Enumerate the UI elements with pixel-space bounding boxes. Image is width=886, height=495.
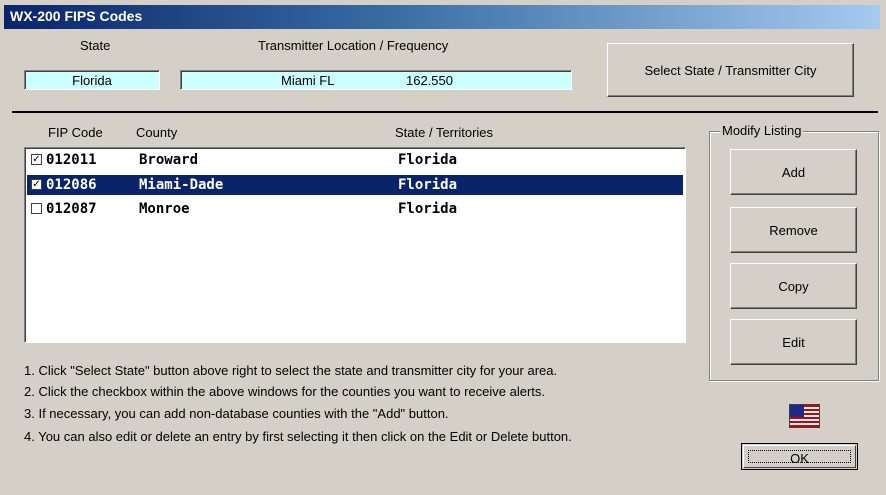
list-item[interactable]: ✓ 012011 Broward Florida xyxy=(27,150,683,170)
state-name: Florida xyxy=(398,152,458,168)
instruction-3: 3. If necessary, you can add non-databas… xyxy=(24,406,449,421)
fip-code: 012086 xyxy=(46,177,97,193)
select-state-button[interactable]: Select State / Transmitter City xyxy=(607,43,854,97)
state-name: Florida xyxy=(398,177,458,193)
transmitter-label: Transmitter Location / Frequency xyxy=(258,38,449,53)
instruction-1: 1. Click "Select State" button above rig… xyxy=(24,363,558,378)
county-name: Broward xyxy=(139,152,199,168)
remove-button[interactable]: Remove xyxy=(730,207,857,253)
modify-listing-label: Modify Listing xyxy=(720,123,804,138)
fip-code: 012087 xyxy=(46,201,97,217)
list-item[interactable]: 012087 Monroe Florida xyxy=(27,199,683,219)
transmitter-location: Miami FL xyxy=(281,73,335,88)
state-label: State xyxy=(80,38,111,53)
col-header-state: State / Territories xyxy=(395,125,494,140)
instruction-4: 4. You can also edit or delete an entry … xyxy=(24,429,572,444)
state-name: Florida xyxy=(398,201,458,217)
col-header-fip: FIP Code xyxy=(48,125,103,140)
separator xyxy=(12,111,878,113)
checkbox[interactable] xyxy=(31,203,42,214)
us-flag-icon xyxy=(789,404,820,428)
instruction-2: 2. Click the checkbox within the above w… xyxy=(24,384,545,399)
fip-code: 012011 xyxy=(46,152,97,168)
edit-button[interactable]: Edit xyxy=(730,319,857,365)
ok-button[interactable]: OK xyxy=(741,443,858,470)
list-item-selected[interactable]: ✓ 012086 Miami-Dade Florida xyxy=(27,175,683,195)
county-name: Miami-Dade xyxy=(139,177,224,193)
checkbox[interactable]: ✓ xyxy=(31,154,42,165)
ok-label: OK xyxy=(748,450,851,466)
add-button[interactable]: Add xyxy=(730,149,857,195)
state-value: Florida xyxy=(72,73,112,88)
title-bar: WX-200 FIPS Codes xyxy=(4,5,880,29)
col-header-county: County xyxy=(136,125,178,140)
county-name: Monroe xyxy=(139,201,190,217)
transmitter-field[interactable]: Miami FL 162.550 xyxy=(180,70,572,90)
window-title: WX-200 FIPS Codes xyxy=(10,8,143,24)
copy-button[interactable]: Copy xyxy=(730,263,857,309)
fips-list[interactable]: ✓ 012011 Broward Florida ✓ 012086 Miami-… xyxy=(24,147,686,343)
state-field[interactable]: Florida xyxy=(24,70,160,90)
checkbox[interactable]: ✓ xyxy=(31,179,42,190)
transmitter-frequency: 162.550 xyxy=(406,73,453,88)
